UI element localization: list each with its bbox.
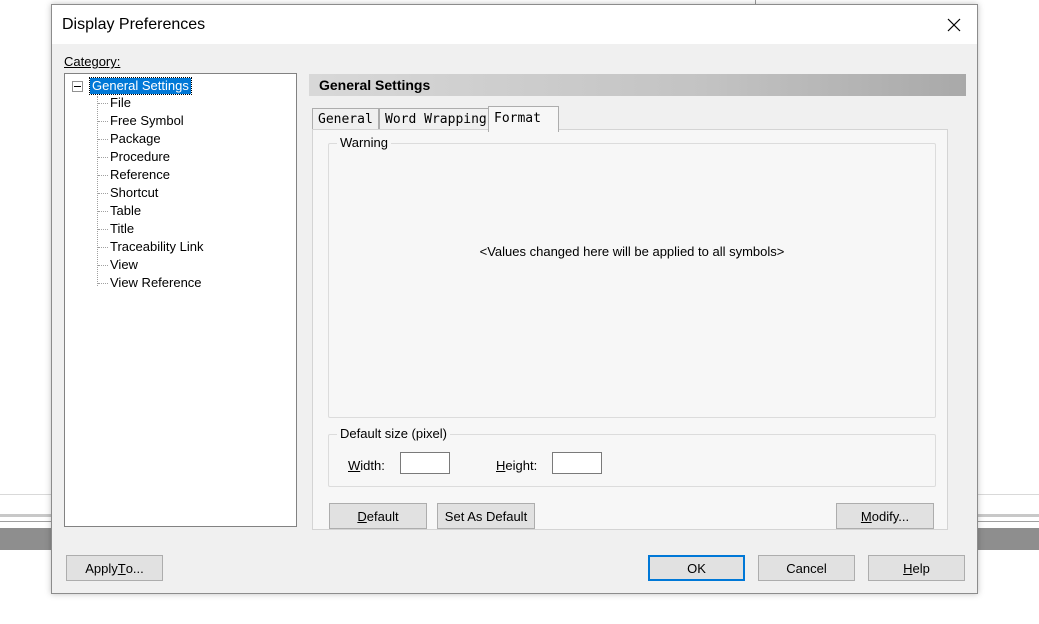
tree-item-label: File	[110, 95, 131, 110]
tree-item-reference[interactable]: Reference	[98, 166, 203, 184]
tree-connector	[98, 228, 108, 230]
close-icon	[947, 18, 961, 31]
tree-item-free-symbol[interactable]: Free Symbol	[98, 112, 203, 130]
title-bar[interactable]: Display Preferences	[52, 5, 977, 44]
height-label: Height:	[496, 458, 538, 473]
format-tab-page: Warning <Values changed here will be app…	[312, 129, 948, 530]
default-size-group-title: Default size (pixel)	[337, 426, 450, 441]
tree-item-procedure[interactable]: Procedure	[98, 148, 203, 166]
background-window-strip-right	[977, 494, 1039, 550]
tab-format[interactable]: Format	[488, 106, 559, 132]
tree-item-label: Table	[110, 203, 142, 218]
warning-group-title: Warning	[337, 135, 391, 150]
width-input[interactable]	[400, 452, 450, 474]
cancel-button[interactable]: Cancel	[758, 555, 855, 581]
tree-item-label: Free Symbol	[110, 113, 184, 128]
tree-connector	[98, 192, 108, 194]
tree-item-file[interactable]: File	[98, 94, 203, 112]
dialog-title: Display Preferences	[62, 16, 206, 33]
height-input[interactable]	[552, 452, 602, 474]
tree-item-label: Traceability Link	[110, 239, 204, 254]
tree-item-label: View Reference	[110, 275, 202, 290]
tab-general[interactable]: General	[312, 108, 379, 130]
tree-connector	[98, 210, 108, 212]
tree-item-label: Shortcut	[110, 185, 159, 200]
tree-item-shortcut[interactable]: Shortcut	[98, 184, 203, 202]
default-size-group: Default size (pixel) Width: Height:	[328, 426, 936, 487]
tree-item-label: Procedure	[110, 149, 170, 164]
tree-item-view[interactable]: View	[98, 256, 203, 274]
help-button[interactable]: Help	[868, 555, 965, 581]
tree-item-label: Title	[110, 221, 135, 236]
category-tree[interactable]: General Settings File Free Symbol Package P…	[64, 73, 297, 527]
width-label: Width:	[348, 458, 385, 473]
collapse-icon[interactable]	[72, 80, 83, 92]
tree-connector	[98, 156, 108, 158]
ok-button[interactable]: OK	[648, 555, 745, 581]
tab-word-wrapping[interactable]: Word Wrapping	[379, 108, 490, 130]
tree-item-view-reference[interactable]: View Reference	[98, 274, 203, 292]
tree-connector	[98, 282, 108, 284]
tree-item-package[interactable]: Package	[98, 130, 203, 148]
tree-item-title[interactable]: Title	[98, 220, 203, 238]
category-label: Category:	[64, 54, 120, 69]
tree-children: File Free Symbol Package Procedure Reference…	[98, 94, 203, 292]
tree-item-table[interactable]: Table	[98, 202, 203, 220]
panel-title: General Settings	[309, 74, 966, 96]
tree-item-label: Reference	[110, 167, 170, 182]
tree-connector	[98, 174, 108, 176]
tree-item-label: View	[110, 257, 138, 272]
warning-group: Warning <Values changed here will be app…	[328, 135, 936, 418]
tree-item-label: Package	[110, 131, 161, 146]
set-as-default-button[interactable]: Set As Default	[437, 503, 535, 529]
display-preferences-dialog: Display Preferences Category: General Se…	[51, 4, 978, 594]
tree-item-label: General Settings	[89, 77, 192, 95]
tree-connector	[98, 246, 108, 248]
default-button[interactable]: Default	[329, 503, 427, 529]
warning-message: <Values changed here will be applied to …	[479, 244, 785, 259]
close-button[interactable]	[931, 5, 977, 44]
tree-connector	[98, 138, 108, 140]
apply-to-button[interactable]: Apply To...	[66, 555, 163, 581]
tree-connector	[98, 264, 108, 266]
tree-item-traceability-link[interactable]: Traceability Link	[98, 238, 203, 256]
category-label-text: Category:	[64, 54, 121, 69]
tree-connector	[98, 120, 108, 122]
tree-item-general-settings[interactable]: General Settings	[72, 77, 192, 95]
tree-connector	[98, 102, 108, 104]
background-window-strip-left	[0, 494, 52, 550]
modify-button[interactable]: Modify...	[836, 503, 934, 529]
